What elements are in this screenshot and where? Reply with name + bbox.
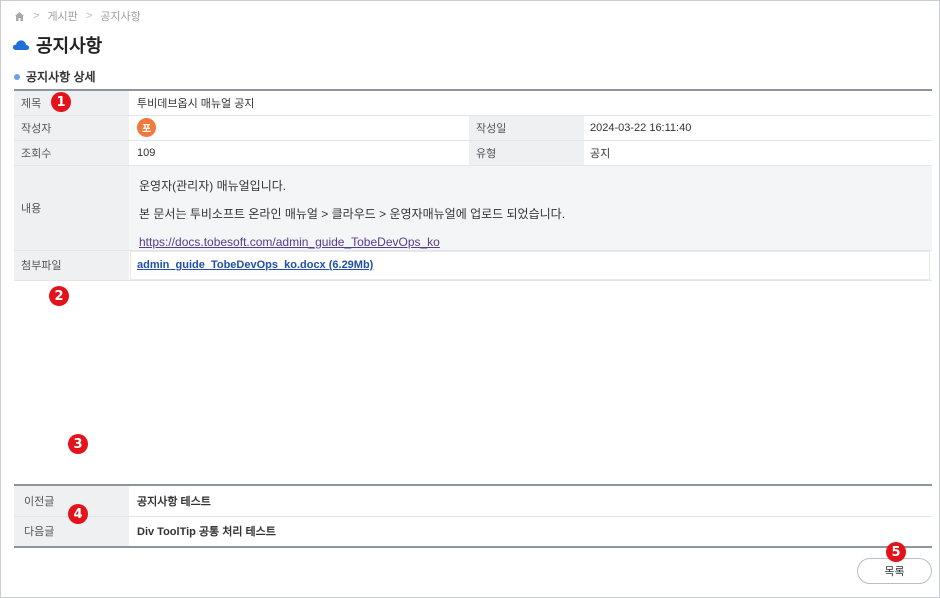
chevron-right-icon: >	[85, 10, 93, 22]
author-row: 작성자 포 작성일 2024-03-22 16:11:40	[14, 115, 932, 141]
title-row: 제목 투비데브옵시 매뉴얼 공지	[14, 90, 932, 116]
page-title: 공지사항	[12, 32, 102, 58]
attachment-box: admin_guide_TobeDevOps_ko.docx (6.29Mb)	[130, 250, 930, 280]
marker-badge: 1	[51, 92, 71, 112]
content-body: 운영자(관리자) 매뉴얼입니다. 본 문서는 투비소프트 온라인 매뉴얼 > 클…	[129, 165, 932, 251]
content-row: 내용 운영자(관리자) 매뉴얼입니다. 본 문서는 투비소프트 온라인 매뉴얼 …	[14, 165, 932, 251]
marker-badge: 2	[49, 286, 69, 306]
section-title: 공지사항 상세	[14, 68, 96, 85]
content-line: 본 문서는 투비소프트 온라인 매뉴얼 > 클라우드 > 운영자매뉴얼에 업로드…	[139, 206, 566, 221]
author-value: 포	[129, 115, 469, 141]
next-post-title[interactable]: Div ToolTip 공통 처리 테스트	[129, 516, 932, 548]
title-label: 제목	[14, 90, 129, 116]
attachment-value: admin_guide_TobeDevOps_ko.docx (6.29Mb)	[129, 250, 932, 281]
notice-detail-table: 제목 투비데브옵시 매뉴얼 공지 작성자 포 작성일 2024-03-22 16…	[14, 89, 932, 281]
date-value: 2024-03-22 16:11:40	[584, 115, 932, 141]
author-label: 작성자	[14, 115, 129, 141]
marker-badge: 3	[68, 434, 88, 454]
type-value: 공지	[584, 140, 932, 166]
manual-link[interactable]: https://docs.tobesoft.com/admin_guide_To…	[139, 235, 440, 249]
cloud-icon	[12, 39, 30, 51]
date-label: 작성일	[469, 115, 584, 141]
bullet-dot-icon	[14, 73, 20, 80]
content-label: 내용	[14, 165, 129, 251]
attachment-label: 첨부파일	[14, 250, 129, 281]
chevron-right-icon: >	[33, 10, 40, 22]
views-label: 조회수	[14, 140, 129, 166]
attachment-file-link[interactable]: admin_guide_TobeDevOps_ko.docx (6.29Mb)	[137, 259, 373, 271]
prev-post-title[interactable]: 공지사항 테스트	[129, 485, 932, 517]
type-label: 유형	[469, 140, 584, 166]
breadcrumb: > 게시판 > 공지사항	[14, 8, 141, 24]
attachment-row: 첨부파일 admin_guide_TobeDevOps_ko.docx (6.2…	[14, 250, 932, 281]
marker-badge: 4	[68, 504, 88, 524]
prev-post-row[interactable]: 이전글 공지사항 테스트	[14, 485, 932, 517]
page-title-text: 공지사항	[36, 36, 103, 56]
marker-badge: 5	[886, 542, 906, 562]
breadcrumb-item-board[interactable]: 게시판	[47, 8, 77, 24]
title-value: 투비데브옵시 매뉴얼 공지	[129, 90, 932, 116]
post-navigation-table: 이전글 공지사항 테스트 다음글 Div ToolTip 공통 처리 테스트	[14, 484, 932, 548]
breadcrumb-item-notice[interactable]: 공지사항	[100, 8, 140, 24]
home-icon[interactable]	[14, 11, 25, 22]
next-post-row[interactable]: 다음글 Div ToolTip 공통 처리 테스트	[14, 516, 932, 548]
content-line: 운영자(관리자) 매뉴얼입니다.	[139, 178, 287, 193]
views-value: 109	[129, 140, 469, 166]
section-title-text: 공지사항 상세	[26, 70, 96, 84]
author-avatar[interactable]: 포	[137, 118, 156, 137]
views-row: 조회수 109 유형 공지	[14, 140, 932, 166]
